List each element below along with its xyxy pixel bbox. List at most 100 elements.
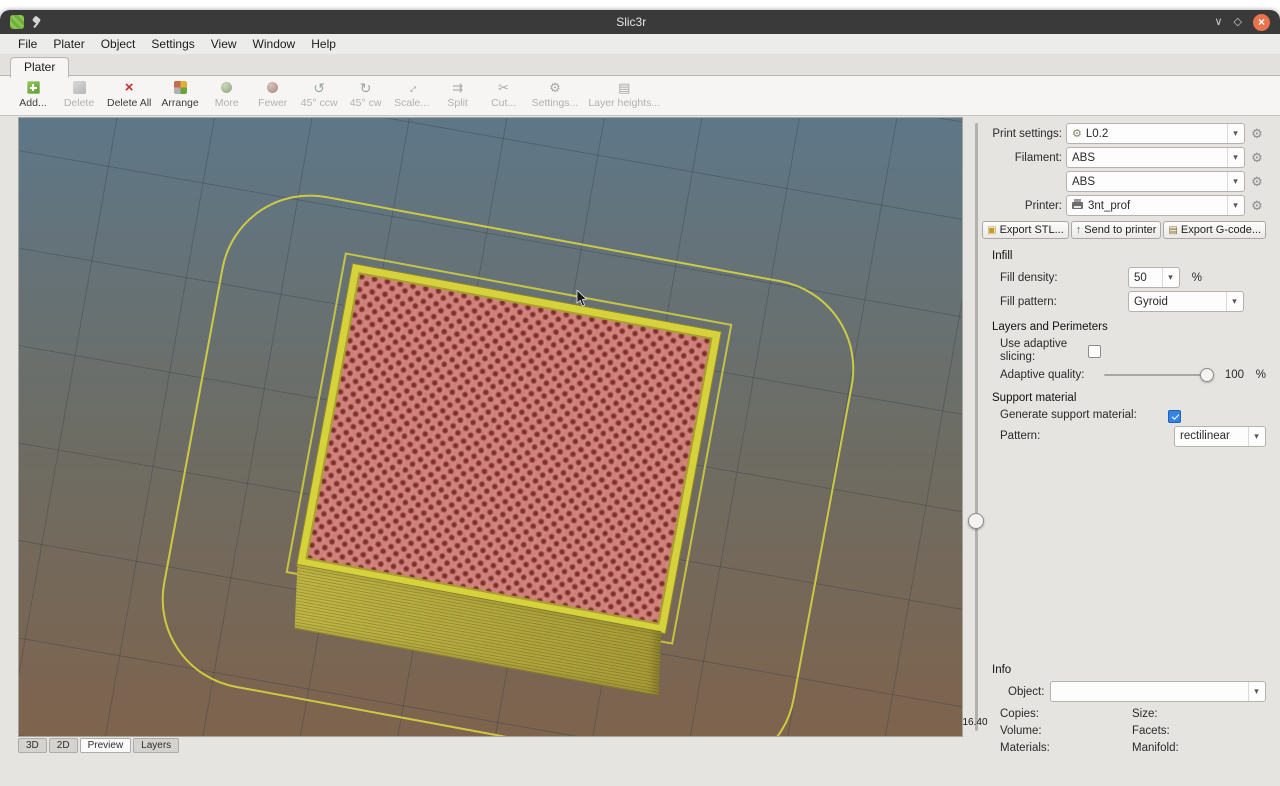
view-mode-tabs: 3D 2D Preview Layers xyxy=(18,738,179,753)
rotate-ccw-icon: ↺ xyxy=(313,80,325,95)
info-copies-label: Copies: xyxy=(1000,708,1132,720)
tab-plater[interactable]: Plater xyxy=(10,57,69,78)
more-button: More xyxy=(204,80,250,109)
object-select[interactable]: ▾ xyxy=(1050,681,1266,702)
view-tab-2d[interactable]: 2D xyxy=(49,738,78,753)
menu-help[interactable]: Help xyxy=(303,35,344,53)
layer-heights-icon: ▤ xyxy=(618,80,630,95)
layer-heights-button: ▤ Layer heights... xyxy=(583,80,665,109)
cut-icon: ✂ xyxy=(498,80,509,95)
tab-row: Plater xyxy=(0,54,1280,76)
scale-icon: ↔ xyxy=(402,78,420,96)
adaptive-quality-unit: % xyxy=(1244,369,1266,381)
filament2-select[interactable]: ABS ▾ xyxy=(1066,171,1245,192)
object-info-grid: Copies: Size: Volume: Facets: Materials:… xyxy=(1000,708,1266,754)
adaptive-quality-value: 100 xyxy=(1218,369,1244,381)
support-pattern-label: Pattern: xyxy=(1000,430,1174,442)
delete-button: Delete xyxy=(56,80,102,109)
printer-select[interactable]: 3nt_prof ▾ xyxy=(1066,195,1245,216)
fill-density-label: Fill density: xyxy=(1000,272,1128,284)
fewer-button: Fewer xyxy=(250,80,296,109)
more-icon xyxy=(221,82,232,93)
fill-density-combo[interactable]: 50 ▾ xyxy=(1128,267,1180,288)
close-button[interactable]: × xyxy=(1253,14,1270,31)
printer-gear-icon[interactable]: ⚙ xyxy=(1248,198,1266,214)
slider-track xyxy=(975,123,978,731)
adaptive-slicing-label: Use adaptive slicing: xyxy=(1000,338,1080,364)
app-logo-icon xyxy=(10,15,24,29)
view-tab-3d[interactable]: 3D xyxy=(18,738,47,753)
slic3r-window: Slic3r ∨ ◇ × File Plater Object Settings… xyxy=(0,10,1280,786)
fill-pattern-select[interactable]: Gyroid ▾ xyxy=(1128,291,1244,312)
pin-icon[interactable] xyxy=(31,16,42,29)
menu-view[interactable]: View xyxy=(203,35,245,53)
export-gcode-icon: ▤ xyxy=(1168,225,1177,236)
adaptive-slicing-checkbox[interactable] xyxy=(1088,345,1101,358)
filament-gear-icon[interactable]: ⚙ xyxy=(1248,150,1266,166)
cut-button: ✂ Cut... xyxy=(481,80,527,109)
settings-gear-icon: ⚙ xyxy=(549,80,561,95)
chevron-down-icon: ▾ xyxy=(1226,292,1242,311)
export-stl-button[interactable]: ▣ Export STL... xyxy=(982,221,1069,239)
rotate-ccw-button: ↺ 45° ccw xyxy=(296,80,343,109)
chevron-down-icon: ▾ xyxy=(1227,124,1243,143)
menu-bar: File Plater Object Settings View Window … xyxy=(0,34,1280,54)
delete-all-icon: × xyxy=(125,80,134,95)
layers-section-header: Layers and Perimeters xyxy=(992,321,1266,333)
filament-select[interactable]: ABS ▾ xyxy=(1066,147,1245,168)
arrange-button[interactable]: Arrange xyxy=(156,80,203,109)
infill-section-header: Infill xyxy=(992,250,1266,262)
info-volume-label: Volume: xyxy=(1000,725,1132,737)
close-icon: × xyxy=(1258,16,1265,28)
mouse-cursor xyxy=(576,290,588,308)
chevron-down-icon: ▾ xyxy=(1227,172,1243,191)
filament-label: Filament: xyxy=(992,152,1062,164)
filament2-gear-icon[interactable]: ⚙ xyxy=(1248,174,1266,190)
layer-preview-slider[interactable] xyxy=(963,117,990,737)
view-tab-layers[interactable]: Layers xyxy=(133,738,179,753)
send-to-printer-button[interactable]: ↑ Send to printer xyxy=(1071,221,1162,239)
slider-handle[interactable] xyxy=(968,513,984,529)
main-area: 16.40 3D 2D Preview Layers Print setting… xyxy=(0,116,1280,786)
adaptive-quality-slider[interactable] xyxy=(1104,367,1214,383)
arrange-icon xyxy=(174,81,187,94)
chevron-down-icon: ▾ xyxy=(1227,148,1243,167)
split-button: ⇉ Split xyxy=(435,80,481,109)
add-button[interactable]: Add... xyxy=(10,80,56,109)
menu-plater[interactable]: Plater xyxy=(45,35,92,53)
model-object[interactable] xyxy=(286,264,721,695)
support-section-header: Support material xyxy=(992,392,1266,404)
shade-window-icon[interactable]: ∨ xyxy=(1214,17,1222,28)
print-settings-select[interactable]: ⚙ L0.2 ▾ xyxy=(1066,123,1245,144)
menu-object[interactable]: Object xyxy=(93,35,144,53)
profile-icon: ⚙ xyxy=(1072,127,1082,140)
add-icon xyxy=(27,81,40,94)
menu-settings[interactable]: Settings xyxy=(143,35,202,53)
fill-density-unit: % xyxy=(1180,272,1202,284)
object-settings-button: ⚙ Settings... xyxy=(527,80,584,109)
export-gcode-button[interactable]: ▤ Export G-code... xyxy=(1163,221,1266,239)
print-settings-label: Print settings: xyxy=(992,128,1062,140)
info-section-header: Info xyxy=(992,664,1266,676)
viewport-3d[interactable] xyxy=(18,117,963,737)
info-facets-label: Facets: xyxy=(1132,725,1266,737)
object-label: Object: xyxy=(1008,686,1050,698)
export-stl-icon: ▣ xyxy=(987,225,996,236)
menu-window[interactable]: Window xyxy=(245,35,304,53)
adaptive-quality-handle[interactable] xyxy=(1200,368,1214,382)
generate-support-checkbox[interactable] xyxy=(1168,410,1181,423)
export-button-row: ▣ Export STL... ↑ Send to printer ▤ Expo… xyxy=(992,221,1266,239)
layer-height-readout: 16.40 xyxy=(959,717,991,728)
print-settings-gear-icon[interactable]: ⚙ xyxy=(1248,126,1266,142)
delete-icon xyxy=(73,81,86,94)
fill-pattern-label: Fill pattern: xyxy=(1000,296,1128,308)
maximize-icon[interactable]: ◇ xyxy=(1234,17,1242,28)
rotate-cw-icon: ↻ xyxy=(360,80,372,95)
info-manifold-label: Manifold: xyxy=(1132,742,1266,754)
delete-all-button[interactable]: × Delete All xyxy=(102,80,156,109)
support-pattern-select[interactable]: rectilinear ▾ xyxy=(1174,426,1266,447)
menu-file[interactable]: File xyxy=(10,35,45,53)
info-materials-label: Materials: xyxy=(1000,742,1132,754)
view-tab-preview[interactable]: Preview xyxy=(80,738,132,753)
titlebar[interactable]: Slic3r ∨ ◇ × xyxy=(0,10,1280,34)
